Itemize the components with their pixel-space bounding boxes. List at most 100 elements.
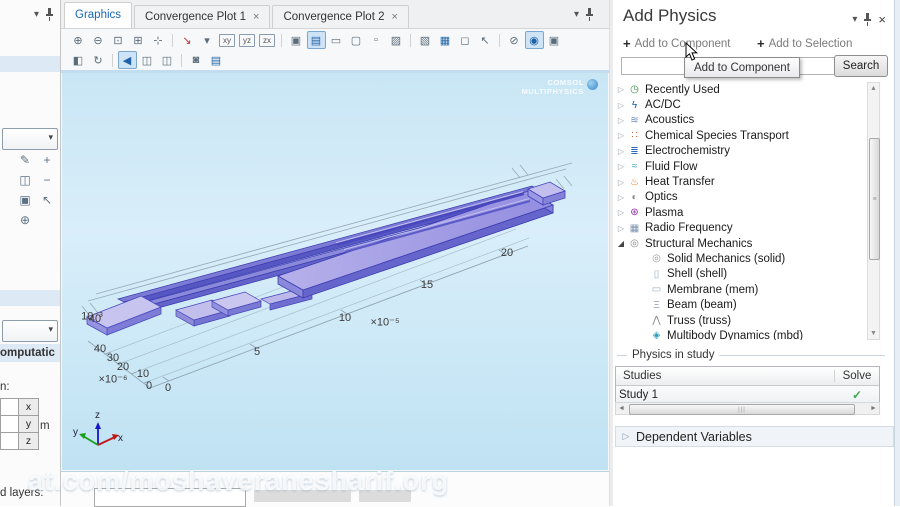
tree-item-fluid-flow[interactable]: ▷ ≈ Fluid Flow (615, 159, 865, 174)
wireframe-rendering-icon[interactable]: ▭ (327, 31, 346, 49)
pin-icon[interactable] (585, 8, 594, 21)
duplicate-window-icon[interactable]: ◫ (138, 51, 157, 69)
tree-item-multibody-dynamics[interactable]: ◈ Multibody Dynamics (mbd) (615, 328, 865, 340)
expander-icon[interactable]: ▷ (616, 431, 636, 442)
play-view-icon[interactable]: ◀ (117, 51, 137, 69)
tree-item-radio-frequency[interactable]: ▷ ▦ Radio Frequency (615, 221, 865, 236)
select-region-icon[interactable]: ◻ (456, 31, 475, 49)
coord-input-x[interactable] (0, 398, 19, 415)
add-to-selection-button[interactable]: + Add to Selection (757, 36, 852, 51)
view-zx-icon[interactable]: zx (259, 33, 275, 47)
expander-icon[interactable]: ▷ (615, 131, 627, 140)
scroll-down-icon[interactable]: ▼ (868, 328, 879, 339)
tree-item-heat-transfer[interactable]: ▷ ♨ Heat Transfer (615, 174, 865, 189)
view-xy-icon[interactable]: xy (219, 33, 235, 47)
scroll-right-icon[interactable]: ► (868, 403, 879, 414)
print-icon[interactable]: ▤ (207, 51, 226, 69)
scroll-left-icon[interactable]: ◄ (616, 403, 627, 414)
tree-item-chemical-species-transport[interactable]: ▷ ∷ Chemical Species Transport (615, 128, 865, 143)
expander-icon[interactable]: ▷ (615, 116, 627, 125)
camera-icon[interactable]: ◙ (187, 51, 206, 69)
tree-item-beam[interactable]: Ξ Beam (beam) (615, 297, 865, 312)
refresh-icon[interactable]: ↻ (89, 51, 108, 69)
copy-icon[interactable]: ◫ (16, 172, 34, 188)
tree-item-membrane[interactable]: ▭ Membrane (mem) (615, 282, 865, 297)
popout-window-icon[interactable]: ▣ (545, 31, 564, 49)
tree-item-truss[interactable]: ⋀ Truss (truss) (615, 313, 865, 328)
center-icon[interactable]: ⊕ (16, 212, 34, 228)
add-icon[interactable]: + (38, 152, 56, 168)
tree-item-solid-mechanics[interactable]: ◎ Solid Mechanics (solid) (615, 251, 865, 266)
zoom-in-icon[interactable]: ⊕ (69, 31, 88, 49)
panel-menu-caret-icon[interactable]: ▾ (852, 14, 857, 25)
left-dropdown-2[interactable]: ▾ (2, 320, 58, 342)
table-row[interactable]: Study 1 ✓ (616, 386, 879, 403)
scene-light-icon[interactable]: ▣ (287, 31, 306, 49)
dependent-variables-section[interactable]: ▷ Dependent Variables (615, 426, 894, 447)
graphics-canvas[interactable]: COMSOL MULTIPHYSICS 10⁻³ 40 ×10⁻⁵ ×10⁻⁶ … (62, 73, 608, 470)
transparency-icon[interactable]: ▨ (387, 31, 406, 49)
scroll-up-icon[interactable]: ▲ (868, 83, 879, 94)
tree-item-optics[interactable]: ▷ ◐ Optics (615, 190, 865, 205)
tree-item-acoustics[interactable]: ▷ ≋ Acoustics (615, 113, 865, 128)
hide-objects-icon[interactable]: ⊘ (505, 31, 524, 49)
expander-icon[interactable]: ▷ (615, 162, 627, 171)
expander-icon[interactable]: ▷ (615, 85, 627, 94)
image-export-icon[interactable]: ▦ (436, 31, 455, 49)
panel-menu-caret-icon[interactable]: ▾ (574, 9, 579, 20)
tab-convergence-plot-1[interactable]: Convergence Plot 1 × (134, 5, 271, 28)
close-icon[interactable]: × (878, 12, 886, 27)
coord-input-y[interactable] (0, 415, 19, 432)
table-horizontal-scrollbar[interactable]: ◄ ► ||| (615, 402, 880, 415)
view-axis-icon[interactable]: ↘ (178, 31, 197, 49)
tree-item-shell[interactable]: ▯ Shell (shell) (615, 267, 865, 282)
toolbar-separator (499, 33, 500, 47)
snapshot-icon[interactable]: ▧ (416, 31, 435, 49)
frame-rendering-icon[interactable]: ▫ (367, 31, 386, 49)
panel-menu-caret-icon[interactable]: ▾ (34, 9, 39, 20)
tree-item-structural-mechanics[interactable]: ◢ ◎ Structural Mechanics (615, 236, 865, 251)
solve-check-icon[interactable]: ✓ (835, 388, 879, 402)
image-quality-icon[interactable]: ▤ (306, 31, 326, 49)
go-to-default-view-icon[interactable]: ⊹ (149, 31, 168, 49)
expander-icon[interactable]: ▷ (615, 178, 627, 187)
outline-rendering-icon[interactable]: ▢ (347, 31, 366, 49)
remove-icon[interactable]: − (38, 172, 56, 188)
split-view-icon[interactable]: ◧ (69, 51, 88, 69)
view-dropdown-caret[interactable]: ▾ (198, 31, 217, 49)
scrollbar-thumb[interactable]: ||| (629, 404, 855, 415)
select-icon[interactable]: ↖ (38, 192, 56, 208)
tree-item-ac-dc[interactable]: ▷ ϟ AC/DC (615, 97, 865, 112)
expander-icon[interactable]: ▷ (615, 147, 627, 156)
zoom-box-icon[interactable]: ⊡ (109, 31, 128, 49)
pin-icon[interactable] (45, 8, 54, 21)
add-to-component-button[interactable]: + Add to Component (623, 36, 731, 51)
expander-icon[interactable]: ◢ (615, 239, 627, 248)
zoom-extents-icon[interactable]: ⊞ (129, 31, 148, 49)
expander-icon[interactable]: ▷ (615, 193, 627, 202)
view-yz-icon[interactable]: yz (239, 33, 255, 47)
tree-item-electrochemistry[interactable]: ▷ ≣ Electrochemistry (615, 144, 865, 159)
pointer-icon[interactable]: ↖ (476, 31, 495, 49)
copy-window-icon[interactable]: ◫ (158, 51, 177, 69)
close-tab-icon[interactable]: × (253, 11, 259, 23)
view-visibility-icon[interactable]: ◉ (524, 31, 544, 49)
tree-scrollbar[interactable]: ▲ ▼ ≡ (867, 82, 880, 340)
scrollbar-thumb[interactable]: ≡ (869, 138, 880, 260)
tree-item-plasma[interactable]: ▷ ⊛ Plasma (615, 205, 865, 220)
coord-input-z[interactable] (0, 432, 19, 450)
tree-item-recently-used[interactable]: ▷ ◷ Recently Used (615, 82, 865, 97)
x-axis-tick: 5 (253, 346, 261, 358)
pin-icon[interactable] (863, 13, 872, 26)
paste-icon[interactable]: ▣ (16, 192, 34, 208)
expander-icon[interactable]: ▷ (615, 101, 627, 110)
tab-graphics[interactable]: Graphics (64, 2, 133, 28)
search-button[interactable]: Search (834, 55, 888, 77)
tab-convergence-plot-2[interactable]: Convergence Plot 2 × (272, 5, 409, 28)
left-dropdown-1[interactable]: ▾ (2, 128, 58, 150)
edit-icon[interactable]: ✎ (16, 152, 34, 168)
zoom-out-icon[interactable]: ⊖ (89, 31, 108, 49)
expander-icon[interactable]: ▷ (615, 224, 627, 233)
expander-icon[interactable]: ▷ (615, 208, 627, 217)
close-tab-icon[interactable]: × (392, 11, 398, 23)
